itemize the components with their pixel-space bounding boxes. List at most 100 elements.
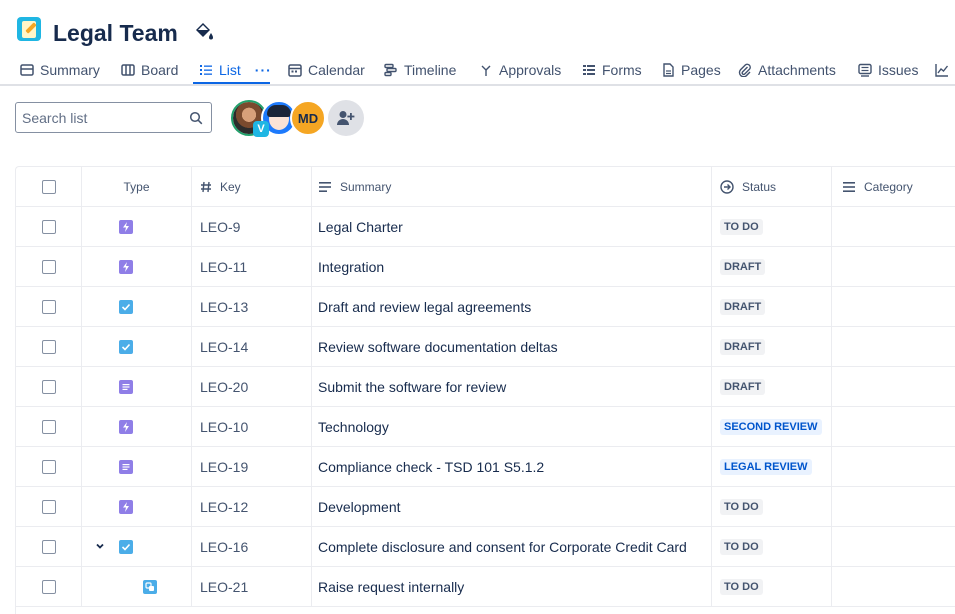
issue-summary[interactable]: Legal Charter [312,207,712,247]
issue-key[interactable]: LEO-12 [192,487,312,527]
table-row[interactable]: LEO-16 Complete disclosure and consent fo… [16,527,955,567]
more-actions-button[interactable]: ··· [255,62,272,78]
story-type-icon[interactable] [119,380,133,394]
task-type-icon[interactable] [119,540,133,554]
tab-forms[interactable]: Forms [582,56,642,84]
issue-summary[interactable]: Draft and review legal agreements [312,287,712,327]
status-badge[interactable]: TO DO [720,579,763,595]
column-header-status[interactable]: Status [712,167,832,207]
row-checkbox[interactable] [41,300,56,314]
row-checkbox[interactable] [41,340,56,354]
row-checkbox[interactable] [41,460,56,474]
issue-key[interactable]: LEO-21 [192,567,312,607]
category-cell[interactable] [832,367,955,407]
category-cell[interactable] [832,527,955,567]
tab-attachments[interactable]: Attachments [738,56,836,84]
issue-key[interactable]: LEO-11 [192,247,312,287]
search-field[interactable] [15,102,212,133]
status-badge[interactable]: DRAFT [720,299,766,315]
category-cell[interactable] [832,447,955,487]
tab-summary[interactable]: Summary [20,56,100,84]
table-row[interactable]: LEO-10 Technology SECOND REVIEW [16,407,955,447]
issue-summary[interactable]: Submit the software for review [312,367,712,407]
category-cell[interactable] [832,247,955,287]
epic-type-icon[interactable] [119,500,133,514]
category-cell[interactable] [832,567,955,607]
status-badge[interactable]: SECOND REVIEW [720,419,822,435]
table-row[interactable]: LEO-11 Integration DRAFT [16,247,955,287]
issue-summary[interactable]: Raise request internally [312,567,712,607]
status-badge[interactable]: TO DO [720,499,763,515]
tab-label: Approvals [499,62,562,78]
epic-type-icon[interactable] [119,260,133,274]
search-input[interactable] [22,108,182,128]
table-row[interactable]: LEO-9 Legal Charter TO DO [16,207,955,247]
table-row[interactable]: LEO-13 Draft and review legal agreements D… [16,287,955,327]
column-header-key[interactable]: Key [192,167,312,207]
status-badge[interactable]: DRAFT [720,259,766,275]
task-type-icon[interactable] [119,340,133,354]
issue-summary[interactable]: Technology [312,407,712,447]
category-cell[interactable] [832,287,955,327]
tab-reports[interactable] [935,56,949,84]
issue-summary[interactable]: Integration [312,247,712,287]
row-checkbox[interactable] [41,420,56,434]
category-cell[interactable] [832,327,955,367]
issue-summary[interactable]: Compliance check - TSD 101 S5.1.2 [312,447,712,487]
issue-key[interactable]: LEO-20 [192,367,312,407]
tab-board[interactable]: Board [121,56,178,84]
issue-key[interactable]: LEO-19 [192,447,312,487]
column-header-category[interactable]: Category [832,167,955,207]
notepad-pencil-icon[interactable] [17,17,41,41]
tab-issues[interactable]: Issues [858,56,918,84]
issue-key[interactable]: LEO-13 [192,287,312,327]
chevron-down-icon[interactable] [95,541,105,551]
category-cell[interactable] [832,207,955,247]
table-row[interactable]: LEO-12 Development TO DO [16,487,955,527]
issue-key[interactable]: LEO-16 [192,527,312,567]
add-people-button[interactable] [328,100,364,136]
status-badge[interactable]: TO DO [720,219,763,235]
story-type-icon[interactable] [119,460,133,474]
issue-key[interactable]: LEO-9 [192,207,312,247]
issue-table: Type Key Summary Status Category LEO-9 Le… [15,166,955,614]
tab-label: Board [141,62,179,78]
tab-calendar[interactable]: Calendar [288,56,365,84]
status-badge[interactable]: DRAFT [720,339,766,355]
row-checkbox[interactable] [41,380,56,394]
row-checkbox[interactable] [41,540,56,554]
epic-type-icon[interactable] [119,420,133,434]
row-checkbox[interactable] [41,220,56,234]
row-checkbox[interactable] [41,580,56,594]
avatar-badge: V [253,121,269,137]
row-checkbox[interactable] [41,500,56,514]
status-badge[interactable]: LEGAL REVIEW [720,459,812,475]
paint-bucket-icon[interactable] [193,21,215,43]
tab-list[interactable]: List ··· [199,56,272,84]
status-badge[interactable]: DRAFT [720,379,766,395]
category-cell[interactable] [832,407,955,447]
task-type-icon[interactable] [119,300,133,314]
column-header-summary[interactable]: Summary [312,167,712,207]
select-all-checkbox[interactable] [41,180,56,194]
avatar[interactable]: MD [290,100,326,136]
epic-type-icon[interactable] [119,220,133,234]
search-icon[interactable] [189,111,203,125]
category-cell[interactable] [832,487,955,527]
issue-summary[interactable]: Development [312,487,712,527]
table-row[interactable]: LEO-20 Submit the software for review DRAF… [16,367,955,407]
tab-timeline[interactable]: Timeline [384,56,456,84]
issue-summary[interactable]: Complete disclosure and consent for Corp… [312,527,712,567]
table-row[interactable]: LEO-14 Review software documentation delt… [16,327,955,367]
table-row[interactable]: LEO-21 Raise request internally TO DO [16,567,955,607]
row-checkbox[interactable] [41,260,56,274]
issue-key[interactable]: LEO-10 [192,407,312,447]
subtask-type-icon[interactable] [143,580,157,594]
table-row[interactable]: LEO-19 Compliance check - TSD 101 S5.1.2 L… [16,447,955,487]
tab-pages[interactable]: Pages [661,56,721,84]
column-header-type[interactable]: Type [82,167,192,207]
status-badge[interactable]: TO DO [720,539,763,555]
issue-summary[interactable]: Review software documentation deltas [312,327,712,367]
tab-approvals[interactable]: Approvals [479,56,561,84]
issue-key[interactable]: LEO-14 [192,327,312,367]
